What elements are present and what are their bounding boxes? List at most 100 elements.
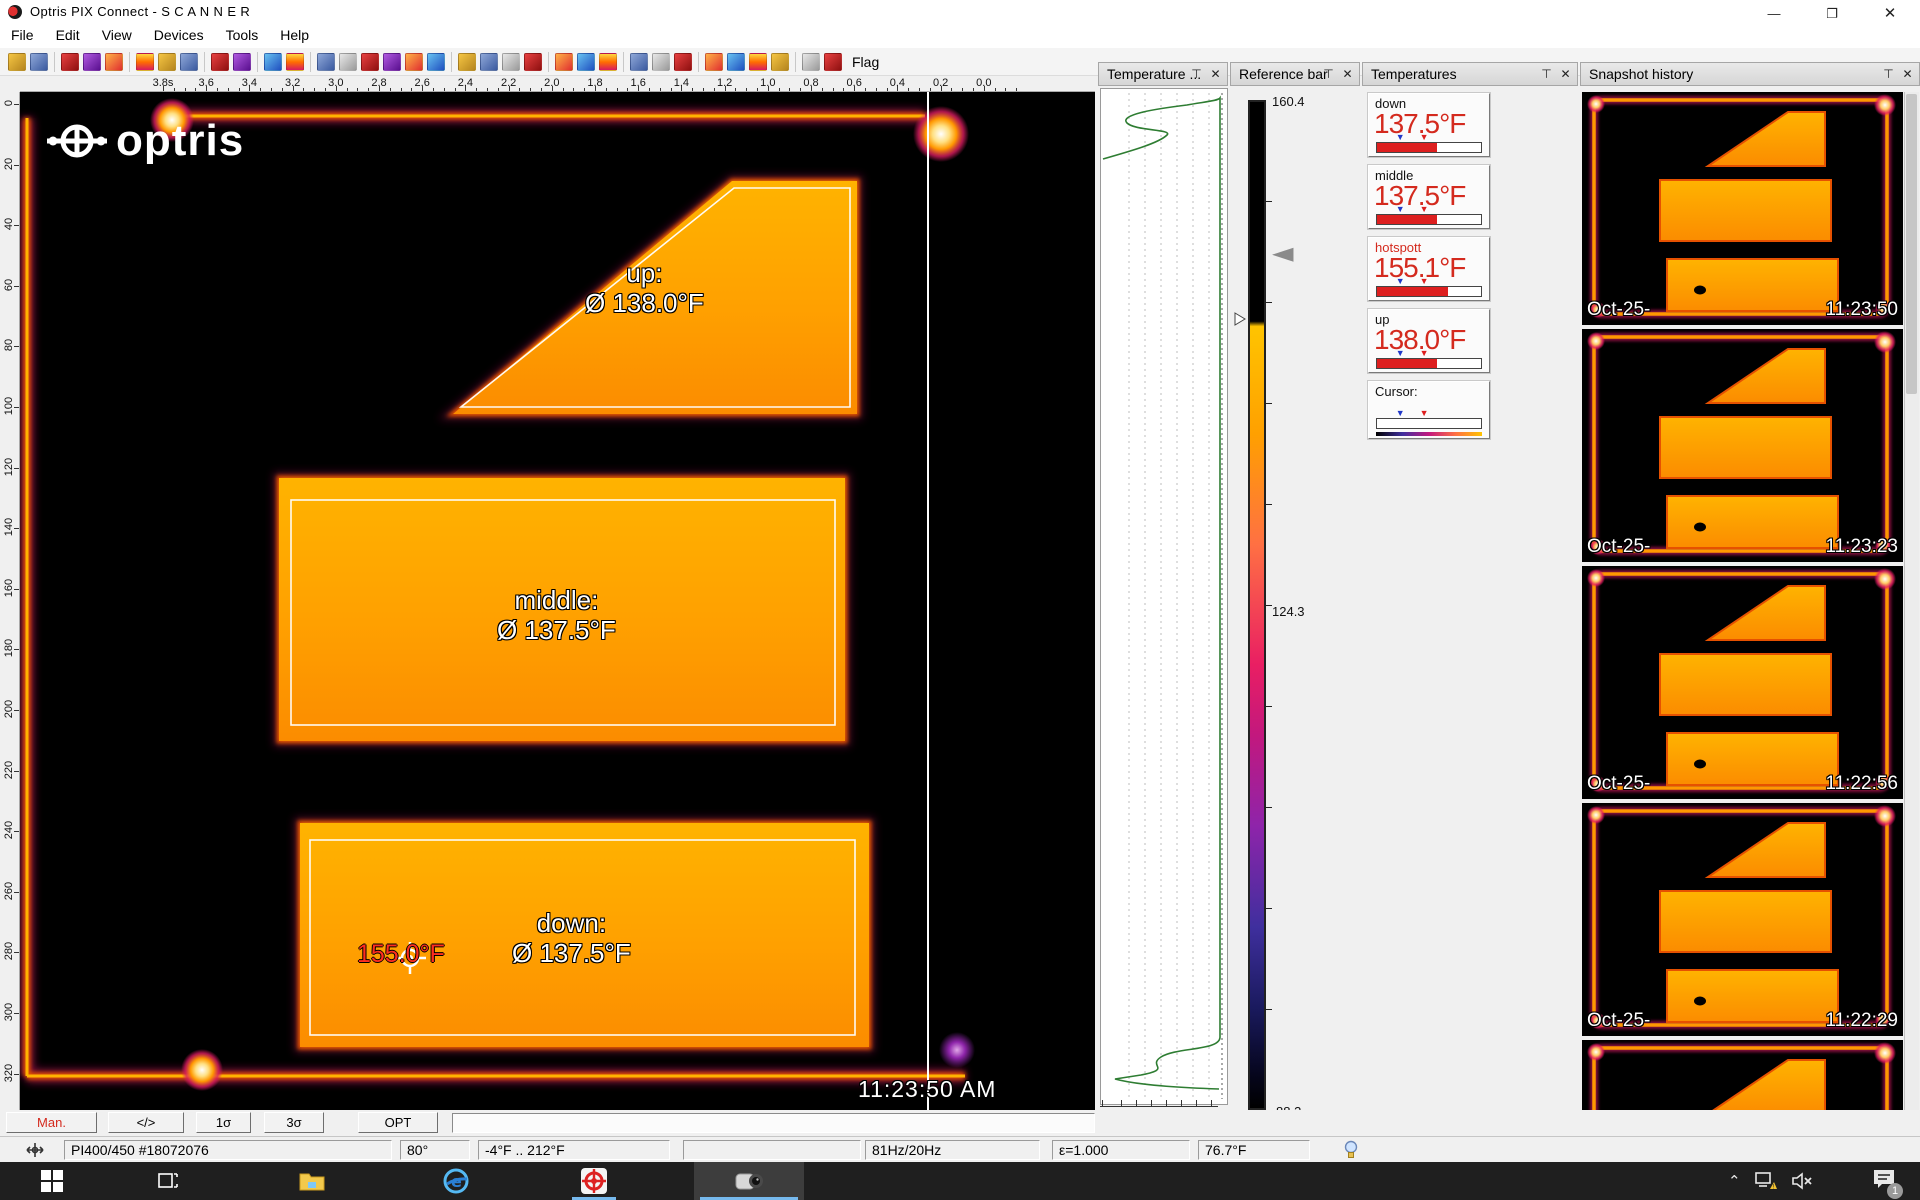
profile-line-icon[interactable] <box>405 53 423 71</box>
reference-max-label: 160.4 <box>1272 94 1305 109</box>
display-layout-4-icon[interactable] <box>286 53 304 71</box>
action-center-button[interactable]: 1 <box>1872 1162 1896 1200</box>
diagram-colors-icon[interactable] <box>458 53 476 71</box>
brace-icon[interactable] <box>427 53 445 71</box>
close-icon[interactable]: ✕ <box>1557 66 1574 83</box>
speaker-muted-icon[interactable] <box>1791 1172 1813 1190</box>
menu-tools[interactable]: Tools <box>215 24 270 46</box>
measure-area-label-middle: middle:Ø 137.5°F <box>497 585 616 645</box>
snapshot-thumbnail[interactable]: Oct-25-11:22:29 <box>1582 803 1903 1036</box>
pause-icon[interactable] <box>83 53 101 71</box>
internet-explorer-button[interactable]: e <box>428 1162 484 1200</box>
record-strip-icon[interactable] <box>802 53 820 71</box>
reference-range-marker[interactable] <box>1234 312 1247 326</box>
network-warning-icon[interactable]: ! <box>1755 1171 1777 1191</box>
temp-display-icon[interactable] <box>361 53 379 71</box>
line-ruler-label: 60 <box>3 270 15 300</box>
menu-help[interactable]: Help <box>269 24 320 46</box>
mode-button-man[interactable]: Man. <box>6 1112 97 1133</box>
pin-icon[interactable]: ⊤ <box>1188 66 1205 83</box>
histogram-icon[interactable] <box>339 53 357 71</box>
line-ruler-label: 180 <box>3 633 15 663</box>
menu-file[interactable]: File <box>0 24 45 46</box>
mode-button-[interactable]: </> <box>108 1112 184 1133</box>
menu-view[interactable]: View <box>91 24 143 46</box>
hotspot-temp-label: 155.0°F <box>357 940 445 969</box>
snapshot-history-panel-title: Snapshot history <box>1589 66 1693 82</box>
optris-app-button[interactable] <box>566 1162 622 1200</box>
fullscreen-icon[interactable] <box>577 53 595 71</box>
task-view-icon <box>157 1170 179 1192</box>
pan-tool-icon[interactable] <box>24 1141 46 1159</box>
close-icon[interactable]: ✕ <box>1899 66 1916 83</box>
save-icon[interactable] <box>30 53 48 71</box>
high-marker-icon: ▼ <box>1420 132 1429 142</box>
low-marker-icon: ▼ <box>1396 408 1405 418</box>
task-view-button[interactable] <box>140 1162 196 1200</box>
snapshot-time: 11:23:23 <box>1825 536 1898 558</box>
start-button[interactable] <box>24 1162 80 1200</box>
save-colored-icon[interactable] <box>824 53 842 71</box>
new-window-icon[interactable] <box>317 53 335 71</box>
menu-devices[interactable]: Devices <box>143 24 215 46</box>
palette-shift-icon[interactable] <box>630 53 648 71</box>
high-marker-icon: ▼ <box>1420 408 1429 418</box>
menu-edit[interactable]: Edit <box>45 24 91 46</box>
mode-button-3[interactable]: 3σ <box>264 1112 324 1133</box>
close-icon[interactable]: ✕ <box>1207 66 1224 83</box>
snapshot-time: 11:23:50 <box>1825 299 1898 321</box>
bar-display-icon[interactable] <box>502 53 520 71</box>
status-field: 81Hz/20Hz <box>865 1140 1040 1160</box>
display-layout-1-icon[interactable] <box>211 53 229 71</box>
snapshot-thumbnail[interactable]: Oct-25-11:23:50 <box>1582 92 1903 325</box>
measure-tools-2-icon[interactable] <box>771 53 789 71</box>
range-arrow-icon[interactable] <box>524 53 542 71</box>
temperature-range-bar: ▼▼ <box>1376 358 1482 369</box>
file-explorer-button[interactable] <box>284 1162 340 1200</box>
copy-icon[interactable] <box>180 53 198 71</box>
drop-marker-icon[interactable] <box>383 53 401 71</box>
display-layout-2-icon[interactable] <box>233 53 251 71</box>
palette-2-icon[interactable] <box>674 53 692 71</box>
system-tray: ⌃ ! <box>1728 1162 1813 1200</box>
snapshot-camera-icon[interactable] <box>158 53 176 71</box>
thermometer-icon[interactable] <box>555 53 573 71</box>
snapshot-thumbnail[interactable]: Oct-25-11:23:23 <box>1582 329 1903 562</box>
high-marker-icon: ▼ <box>1420 348 1429 358</box>
palette-1-icon[interactable] <box>652 53 670 71</box>
hidden-icons-chevron-icon[interactable]: ⌃ <box>1728 1172 1741 1190</box>
blank-display-icon[interactable] <box>599 53 617 71</box>
record-icon[interactable] <box>136 53 154 71</box>
flame-icon[interactable] <box>727 53 745 71</box>
measure-tools-icon[interactable] <box>705 53 723 71</box>
mode-button-1[interactable]: 1σ <box>196 1112 251 1133</box>
svg-text:e: e <box>451 1172 462 1191</box>
open-file-icon[interactable] <box>8 53 26 71</box>
snapshot-scrollbar-thumb[interactable] <box>1906 94 1917 394</box>
pin-icon[interactable]: ⊤ <box>1320 66 1337 83</box>
pin-icon[interactable]: ⊤ <box>1880 66 1897 83</box>
flag-label[interactable]: Flag <box>852 54 879 70</box>
pointer-icon[interactable] <box>61 53 79 71</box>
reference-bar-panel-title: Reference bar <box>1239 66 1328 82</box>
pix-scanner-app-button[interactable] <box>694 1162 804 1200</box>
line-ruler-label: 20 <box>3 149 15 179</box>
line-ruler-label: 120 <box>3 452 15 482</box>
reference-tick <box>1266 504 1272 505</box>
camera-icon <box>734 1169 764 1193</box>
temperature-graph <box>1100 88 1228 1105</box>
pin-icon[interactable]: ⊤ <box>1538 66 1555 83</box>
close-icon[interactable]: ✕ <box>1339 66 1356 83</box>
title-bar: Optris PIX Connect - S C A N N E R — ❐ ✕ <box>0 0 1920 24</box>
status-field: PI400/450 #18072076 <box>64 1140 392 1160</box>
image-horizontal-scrollbar[interactable] <box>452 1113 1095 1133</box>
thermal-image-canvas[interactable]: optris up:Ø 138.0°Fmiddle:Ø 137.5°Fdown:… <box>20 92 1095 1110</box>
range-box-icon[interactable] <box>749 53 767 71</box>
digital-display-icon[interactable] <box>480 53 498 71</box>
mode-button-opt[interactable]: OPT <box>358 1112 438 1133</box>
line-ruler: 0204060801001201401601802002202402602803… <box>0 92 20 1110</box>
snapshot-thumbnail[interactable]: Oct-25-11:22:56 <box>1582 566 1903 799</box>
lamp-icon[interactable] <box>1342 1140 1360 1160</box>
stop-icon[interactable] <box>105 53 123 71</box>
display-layout-3-icon[interactable] <box>264 53 282 71</box>
